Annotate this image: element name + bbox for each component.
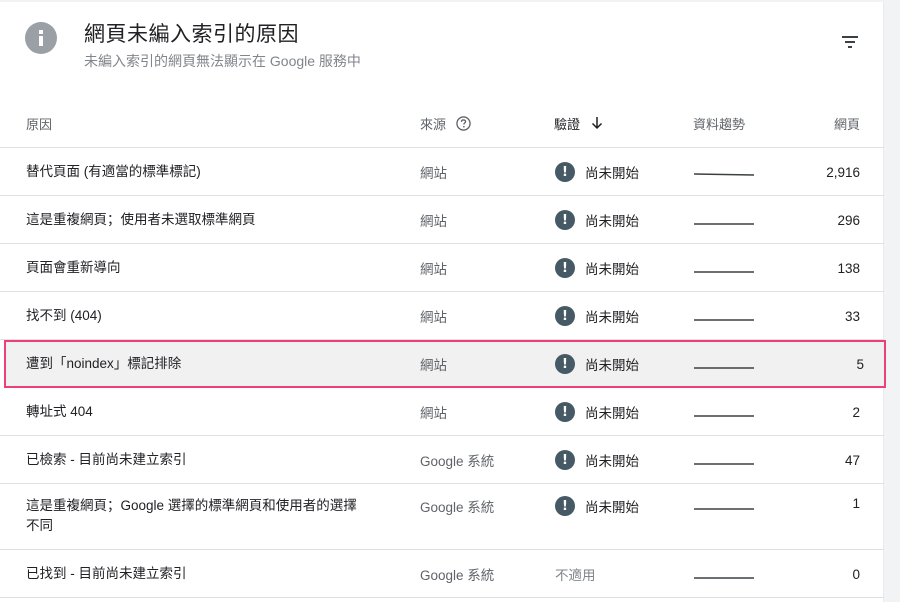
card-subtitle: 未編入索引的網頁無法顯示在 Google 服務中 [84,53,361,69]
row-trend [693,388,755,436]
validation-status: 尚未開始 [585,500,639,515]
row-pages: 138 [837,260,860,276]
row-source: Google 系統 [420,500,495,515]
table-body: 替代頁面 (有適當的標準標記) 網站 ! 尚未開始 2,916 這是重複網頁；使… [0,148,886,598]
trend-sparkline [694,367,754,369]
warning-icon: ! [555,258,575,278]
row-reason: 遭到「noindex」標記排除 [26,356,182,371]
filter-icon [842,36,858,48]
row-source: Google 系統 [420,568,495,583]
row-validation: ! 尚未開始 [555,436,639,484]
validation-status: 尚未開始 [585,310,639,325]
row-trend [693,244,755,292]
row-trend [693,550,755,598]
table-row[interactable]: 轉址式 404 網站 ! 尚未開始 2 [0,388,884,436]
row-reason: 替代頁面 (有適當的標準標記) [26,164,201,179]
row-pages: 1 [852,496,860,511]
row-reason: 已檢索 - 目前尚未建立索引 [26,452,187,467]
trend-sparkline [694,463,754,465]
row-validation: ! 尚未開始 [555,292,639,340]
warning-icon: ! [555,306,575,326]
column-header-reason[interactable]: 原因 [26,98,52,148]
validation-status: 尚未開始 [585,214,639,229]
info-icon [25,22,57,54]
card-title: 網頁未編入索引的原因 [84,23,299,46]
row-pages: 47 [844,452,860,468]
row-pages: 2,916 [826,164,860,180]
validation-status: 尚未開始 [585,406,639,421]
help-icon[interactable] [456,115,471,131]
table-row[interactable]: 頁面會重新導向 網站 ! 尚未開始 138 [0,244,884,292]
card-header: 網頁未編入索引的原因 未編入索引的網頁無法顯示在 Google 服務中 [0,2,884,92]
column-header-source[interactable]: 來源 [420,98,471,148]
warning-icon: ! [555,402,575,422]
row-pages: 2 [852,404,860,420]
row-reason: 找不到 (404) [26,308,102,323]
filter-button[interactable] [836,28,864,56]
validation-status: 尚未開始 [585,358,639,373]
trend-sparkline [694,508,754,510]
row-source: Google 系統 [420,454,495,469]
warning-icon: ! [555,496,575,516]
trend-sparkline [693,173,755,176]
row-reason: 這是重複網頁；使用者未選取標準網頁 [26,212,256,227]
trend-sparkline [694,271,754,273]
row-source: 網站 [420,166,447,181]
table-row[interactable]: 找不到 (404) 網站 ! 尚未開始 33 [0,292,884,340]
table-row-highlighted[interactable]: 遭到「noindex」標記排除 網站 ! 尚未開始 5 [4,340,886,388]
trend-sparkline [694,415,754,417]
table-row[interactable]: 替代頁面 (有適當的標準標記) 網站 ! 尚未開始 2,916 [0,148,884,196]
row-trend [693,292,755,340]
row-source: 網站 [420,406,447,421]
validation-status: 尚未開始 [585,262,639,277]
table-row[interactable]: 這是重複網頁；Google 選擇的標準網頁和使用者的選擇不同 Google 系統… [0,484,884,550]
row-validation: ! 尚未開始 [555,496,639,516]
row-source: 網站 [420,310,447,325]
row-pages: 33 [844,308,860,324]
row-trend [693,496,755,518]
row-source: 網站 [420,358,447,373]
row-pages: 5 [856,356,864,372]
row-reason: 頁面會重新導向 [26,260,121,275]
warning-icon: ! [555,354,575,374]
row-source: 網站 [420,262,447,277]
row-validation: ! 尚未開始 [555,196,639,244]
table-header: 原因 來源 驗證 資料趨勢 網頁 [0,98,884,148]
validation-status: 尚未開始 [585,454,639,469]
table-row[interactable]: 已找到 - 目前尚未建立索引 Google 系統 不適用 0 [0,550,884,598]
arrow-down-icon [591,117,603,130]
row-pages: 0 [852,566,860,582]
trend-sparkline [694,223,754,225]
row-pages: 296 [837,212,860,228]
row-trend [693,148,755,196]
row-trend [693,436,755,484]
trend-sparkline [694,319,754,321]
trend-sparkline [694,577,754,579]
row-source: 網站 [420,214,447,229]
column-header-validation[interactable]: 驗證 [554,98,604,148]
row-reason: 已找到 - 目前尚未建立索引 [26,566,187,581]
warning-icon: ! [555,162,575,182]
row-validation: ! 尚未開始 [555,148,639,196]
row-validation: ! 尚未開始 [555,244,639,292]
row-trend [693,340,755,388]
warning-icon: ! [555,450,575,470]
row-trend [693,196,755,244]
indexing-reasons-card: 網頁未編入索引的原因 未編入索引的網頁無法顯示在 Google 服務中 原因 來… [0,2,886,602]
table-row[interactable]: 已檢索 - 目前尚未建立索引 Google 系統 ! 尚未開始 47 [0,436,884,484]
row-reason: 這是重複網頁；Google 選擇的標準網頁和使用者的選擇不同 [26,498,357,533]
row-validation: 不適用 [555,550,596,598]
row-validation: ! 尚未開始 [555,340,639,388]
warning-icon: ! [555,210,575,230]
table-row[interactable]: 這是重複網頁；使用者未選取標準網頁 網站 ! 尚未開始 296 [0,196,884,244]
row-validation: ! 尚未開始 [555,388,639,436]
validation-status: 不適用 [555,568,596,583]
column-header-pages[interactable]: 網頁 [834,98,860,148]
column-header-trend[interactable]: 資料趨勢 [693,98,745,148]
row-reason: 轉址式 404 [26,404,93,419]
validation-status: 尚未開始 [585,166,639,181]
